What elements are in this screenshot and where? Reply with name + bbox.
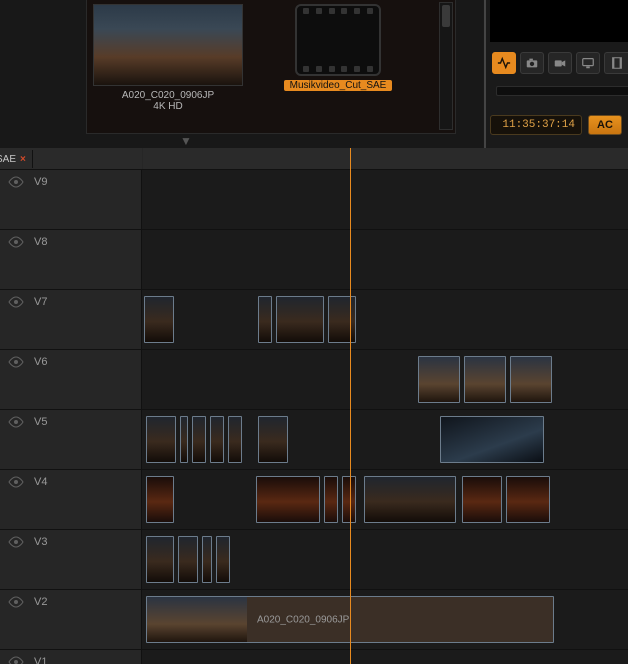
track-body-v6[interactable]	[142, 350, 628, 410]
visibility-icon[interactable]	[8, 176, 24, 191]
timeline-clip[interactable]	[464, 356, 506, 403]
timeline-tab[interactable]: SAE ×	[0, 150, 33, 168]
clip-thumbnail	[93, 4, 243, 86]
track-header-v2[interactable]: V2	[0, 590, 142, 650]
media-scrollbar[interactable]	[439, 2, 453, 130]
visibility-icon[interactable]	[8, 356, 24, 371]
timeline-clip[interactable]	[228, 416, 242, 463]
camera-mode-button[interactable]	[520, 52, 544, 74]
timeline-clip[interactable]	[210, 416, 224, 463]
timeline-clip[interactable]	[146, 476, 174, 523]
timeline-clip[interactable]	[328, 296, 356, 343]
timeline-clip[interactable]	[506, 476, 550, 523]
track-body-v4[interactable]	[142, 470, 628, 530]
track-body-v5[interactable]	[142, 410, 628, 470]
clip-name-selected: Musikvideo_Cut_SAE	[284, 80, 393, 91]
track-header-v1[interactable]: V1	[0, 650, 142, 664]
timeline-clip[interactable]	[146, 416, 176, 463]
visibility-icon[interactable]	[8, 236, 24, 251]
timeline-panel: SAE × V9 V8 V7	[0, 148, 628, 664]
timeline-clip[interactable]	[258, 296, 272, 343]
visibility-icon[interactable]	[8, 476, 24, 491]
timeline-clip[interactable]	[216, 536, 230, 583]
film-icon	[610, 56, 624, 70]
track-label: V2	[34, 596, 47, 608]
timeline-clip[interactable]	[258, 416, 288, 463]
timeline-clip[interactable]	[364, 476, 456, 523]
track-header-v7[interactable]: V7	[0, 290, 142, 350]
timeline-header: SAE ×	[0, 148, 628, 170]
track-body-v1[interactable]	[142, 650, 628, 664]
timeline-clip[interactable]	[180, 416, 188, 463]
viewer-canvas	[490, 0, 628, 42]
track-header-v9[interactable]: V9	[0, 170, 142, 230]
timeline-clip[interactable]	[440, 416, 544, 463]
track-body-v9[interactable]	[142, 170, 628, 230]
timeline-clip[interactable]	[144, 296, 174, 343]
clip-label: A020_C020_0906JP	[257, 614, 349, 625]
track-label: V9	[34, 176, 47, 188]
timeline-clip[interactable]	[178, 536, 198, 583]
timecode-display[interactable]: 11:35:37:14	[490, 115, 582, 135]
track-header-v8[interactable]: V8	[0, 230, 142, 290]
visibility-icon[interactable]	[8, 536, 24, 551]
monitor-mode-button[interactable]	[576, 52, 600, 74]
timeline-clip[interactable]	[256, 476, 320, 523]
visibility-icon[interactable]	[8, 596, 24, 611]
media-bin: A020_C020_0906JP 4K HD Musikvideo_Cut_SA…	[86, 0, 456, 134]
timeline-clip[interactable]	[324, 476, 338, 523]
viewer-toolbar	[490, 50, 628, 76]
sequence-thumbnail	[295, 4, 381, 76]
clip-name: A020_C020_0906JP	[93, 90, 243, 101]
media-browser: A020_C020_0906JP 4K HD Musikvideo_Cut_SA…	[0, 0, 483, 148]
media-clip-selected[interactable]: Musikvideo_Cut_SAE	[263, 4, 413, 94]
timeline-clip[interactable]	[146, 536, 174, 583]
viewer-progress[interactable]	[496, 86, 628, 96]
timeline-tab-label: SAE	[0, 154, 16, 165]
camcorder-mode-button[interactable]	[548, 52, 572, 74]
track-header-v3[interactable]: V3	[0, 530, 142, 590]
media-clip[interactable]: A020_C020_0906JP 4K HD	[93, 4, 243, 112]
timeline-clip[interactable]	[202, 536, 212, 583]
visibility-icon[interactable]	[8, 416, 24, 431]
track-label: V1	[34, 656, 47, 664]
track-body-v8[interactable]	[142, 230, 628, 290]
scrollbar-thumb[interactable]	[442, 5, 450, 27]
track-label: V8	[34, 236, 47, 248]
visibility-icon[interactable]	[8, 656, 24, 664]
track-header-v6[interactable]: V6	[0, 350, 142, 410]
timeline-clip[interactable]	[276, 296, 324, 343]
expand-arrow-icon[interactable]: ▼	[180, 134, 192, 148]
camcorder-icon	[553, 56, 567, 70]
effects-icon	[497, 56, 511, 70]
clip-format: 4K HD	[93, 101, 243, 112]
timeline-clip[interactable]	[510, 356, 552, 403]
ac-button[interactable]: AC	[588, 115, 622, 135]
track-body-v2[interactable]: A020_C020_0906JP	[142, 590, 628, 650]
track-body-v3[interactable]	[142, 530, 628, 590]
track-label: V7	[34, 296, 47, 308]
camera-icon	[525, 56, 539, 70]
timeline-clip-v2[interactable]: A020_C020_0906JP	[146, 596, 554, 643]
timeline-clip[interactable]	[462, 476, 502, 523]
close-icon[interactable]: ×	[20, 154, 26, 165]
effects-mode-button[interactable]	[492, 52, 516, 74]
viewer-panel: 11:35:37:14 AC	[484, 0, 628, 148]
monitor-icon	[581, 56, 595, 70]
track-header-v5[interactable]: V5	[0, 410, 142, 470]
track-body-v7[interactable]	[142, 290, 628, 350]
timeline-clip[interactable]	[342, 476, 356, 523]
film-mode-button[interactable]	[604, 52, 628, 74]
track-label: V6	[34, 356, 47, 368]
track-label: V3	[34, 536, 47, 548]
visibility-icon[interactable]	[8, 296, 24, 311]
track-label: V4	[34, 476, 47, 488]
track-label: V5	[34, 416, 47, 428]
track-header-v4[interactable]: V4	[0, 470, 142, 530]
ruler-tick	[142, 148, 143, 169]
viewer-footer: 11:35:37:14 AC	[490, 114, 628, 136]
timeline-clip[interactable]	[192, 416, 206, 463]
timeline-clip[interactable]	[418, 356, 460, 403]
